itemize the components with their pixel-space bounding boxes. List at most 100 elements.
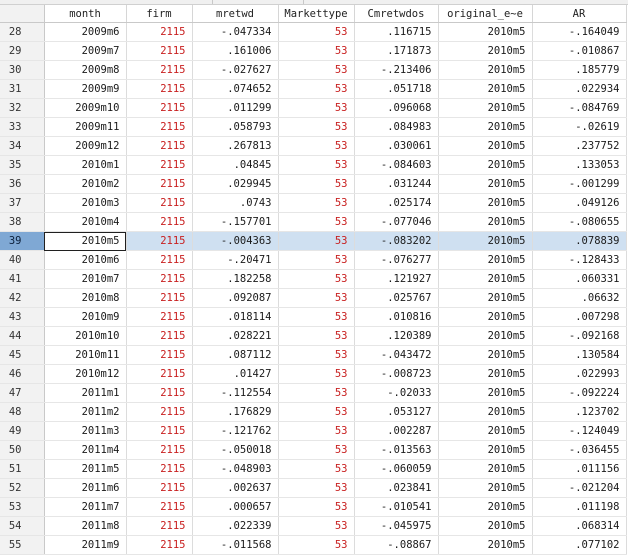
- cell-firm[interactable]: 2115: [126, 307, 193, 327]
- table-row[interactable]: 38 2010m4 2115 -.157701 53 -.077046 2010m5 -.08…: [0, 212, 627, 232]
- cell-firm[interactable]: 2115: [126, 269, 193, 289]
- cell-cmretwdos[interactable]: -.008723: [354, 364, 439, 384]
- cell-firm[interactable]: 2115: [126, 345, 193, 365]
- cell-firm[interactable]: 2115: [126, 136, 193, 156]
- row-number[interactable]: 37: [0, 193, 45, 213]
- cell-cmretwdos[interactable]: -.077046: [354, 212, 439, 232]
- cell-original-event-date[interactable]: 2010m5: [438, 22, 533, 42]
- cell-markettype[interactable]: 53: [278, 79, 355, 99]
- cell-month[interactable]: 2011m2: [44, 402, 127, 422]
- cell-month[interactable]: 2009m11: [44, 117, 127, 137]
- cell-markettype[interactable]: 53: [278, 193, 355, 213]
- cell-cmretwdos[interactable]: -.02033: [354, 383, 439, 403]
- row-number[interactable]: 52: [0, 478, 45, 498]
- row-number[interactable]: 49: [0, 421, 45, 441]
- cell-cmretwdos[interactable]: .120389: [354, 326, 439, 346]
- cell-mretwd[interactable]: .04845: [192, 155, 279, 175]
- cell-ar[interactable]: .011198: [532, 497, 627, 517]
- cell-markettype[interactable]: 53: [278, 364, 355, 384]
- cell-month[interactable]: 2010m4: [44, 212, 127, 232]
- cell-month[interactable]: 2010m9: [44, 307, 127, 327]
- cell-mretwd[interactable]: .018114: [192, 307, 279, 327]
- cell-cmretwdos[interactable]: -.060059: [354, 459, 439, 479]
- cell-ar[interactable]: .078839: [532, 231, 627, 251]
- column-header-mretwd[interactable]: mretwd: [192, 5, 279, 23]
- cell-original-event-date[interactable]: 2010m5: [438, 307, 533, 327]
- cell-firm[interactable]: 2115: [126, 535, 193, 555]
- cell-firm[interactable]: 2115: [126, 60, 193, 80]
- cell-markettype[interactable]: 53: [278, 212, 355, 232]
- cell-ar[interactable]: -.02619: [532, 117, 627, 137]
- cell-firm[interactable]: 2115: [126, 478, 193, 498]
- cell-month[interactable]: 2011m9: [44, 535, 127, 555]
- cell-month[interactable]: 2011m5: [44, 459, 127, 479]
- cell-ar[interactable]: -.092224: [532, 383, 627, 403]
- cell-cmretwdos[interactable]: -.013563: [354, 440, 439, 460]
- cell-original-event-date[interactable]: 2010m5: [438, 402, 533, 422]
- cell-mretwd[interactable]: .011299: [192, 98, 279, 118]
- cell-markettype[interactable]: 53: [278, 231, 355, 251]
- cell-original-event-date[interactable]: 2010m5: [438, 41, 533, 61]
- cell-firm[interactable]: 2115: [126, 79, 193, 99]
- table-row[interactable]: 43 2010m9 2115.018114 53.010816 2010m5.00729…: [0, 307, 627, 327]
- table-row[interactable]: 29 2009m7 2115.161006 53.171873 2010m5 -.0108…: [0, 41, 627, 61]
- cell-original-event-date[interactable]: 2010m5: [438, 98, 533, 118]
- cell-markettype[interactable]: 53: [278, 98, 355, 118]
- cell-ar[interactable]: .068314: [532, 516, 627, 536]
- cell-original-event-date[interactable]: 2010m5: [438, 497, 533, 517]
- cell-ar[interactable]: .185779: [532, 60, 627, 80]
- cell-month[interactable]: 2010m3: [44, 193, 127, 213]
- cell-ar[interactable]: .123702: [532, 402, 627, 422]
- cell-firm[interactable]: 2115: [126, 250, 193, 270]
- cell-markettype[interactable]: 53: [278, 402, 355, 422]
- cell-mretwd[interactable]: .176829: [192, 402, 279, 422]
- cell-cmretwdos[interactable]: -.084603: [354, 155, 439, 175]
- cell-month[interactable]: 2010m2: [44, 174, 127, 194]
- row-number[interactable]: 54: [0, 516, 45, 536]
- cell-ar[interactable]: .007298: [532, 307, 627, 327]
- column-header-firm[interactable]: firm: [126, 5, 193, 23]
- column-header-markettype[interactable]: Markettype: [278, 5, 355, 23]
- table-row[interactable]: 31 2009m9 2115.074652 53.051718 2010m5.02293…: [0, 79, 627, 99]
- table-row[interactable]: 42 2010m8 2115.092087 53.025767 2010m5.06632: [0, 288, 627, 308]
- cell-mretwd[interactable]: -.112554: [192, 383, 279, 403]
- cell-ar[interactable]: .06632: [532, 288, 627, 308]
- cell-original-event-date[interactable]: 2010m5: [438, 269, 533, 289]
- table-row[interactable]: 52 2011m6 2115.002637 53.023841 2010m5 -.0212…: [0, 478, 627, 498]
- cell-mretwd[interactable]: -.121762: [192, 421, 279, 441]
- row-number[interactable]: 39: [0, 231, 45, 251]
- row-number[interactable]: 46: [0, 364, 45, 384]
- cell-cmretwdos[interactable]: -.213406: [354, 60, 439, 80]
- cell-month[interactable]: 2009m7: [44, 41, 127, 61]
- cell-mretwd[interactable]: .182258: [192, 269, 279, 289]
- cell-month[interactable]: 2010m7: [44, 269, 127, 289]
- cell-firm[interactable]: 2115: [126, 193, 193, 213]
- cell-cmretwdos[interactable]: .096068: [354, 98, 439, 118]
- cell-ar[interactable]: -.084769: [532, 98, 627, 118]
- cell-mretwd[interactable]: .002637: [192, 478, 279, 498]
- cell-markettype[interactable]: 53: [278, 250, 355, 270]
- cell-original-event-date[interactable]: 2010m5: [438, 478, 533, 498]
- cell-ar[interactable]: .133053: [532, 155, 627, 175]
- cell-month[interactable]: 2010m1: [44, 155, 127, 175]
- cell-ar[interactable]: .022993: [532, 364, 627, 384]
- cell-month[interactable]: 2011m7: [44, 497, 127, 517]
- cell-firm[interactable]: 2115: [126, 288, 193, 308]
- cell-month[interactable]: 2011m4: [44, 440, 127, 460]
- row-number[interactable]: 38: [0, 212, 45, 232]
- cell-original-event-date[interactable]: 2010m5: [438, 136, 533, 156]
- cell-cmretwdos[interactable]: .084983: [354, 117, 439, 137]
- cell-original-event-date[interactable]: 2010m5: [438, 364, 533, 384]
- cell-markettype[interactable]: 53: [278, 155, 355, 175]
- table-row[interactable]: 45 2010m11 2115.087112 53 -.043472 2010m5.130…: [0, 345, 627, 365]
- cell-original-event-date[interactable]: 2010m5: [438, 250, 533, 270]
- cell-markettype[interactable]: 53: [278, 440, 355, 460]
- row-number[interactable]: 50: [0, 440, 45, 460]
- table-row[interactable]: 30 2009m8 2115 -.027627 53 -.213406 2010m5.185…: [0, 60, 627, 80]
- cell-original-event-date[interactable]: 2010m5: [438, 288, 533, 308]
- row-number[interactable]: 35: [0, 155, 45, 175]
- cell-cmretwdos[interactable]: -.083202: [354, 231, 439, 251]
- cell-markettype[interactable]: 53: [278, 497, 355, 517]
- table-row[interactable]: 33 2009m11 2115.058793 53.084983 2010m5 -.026…: [0, 117, 627, 137]
- row-number[interactable]: 31: [0, 79, 45, 99]
